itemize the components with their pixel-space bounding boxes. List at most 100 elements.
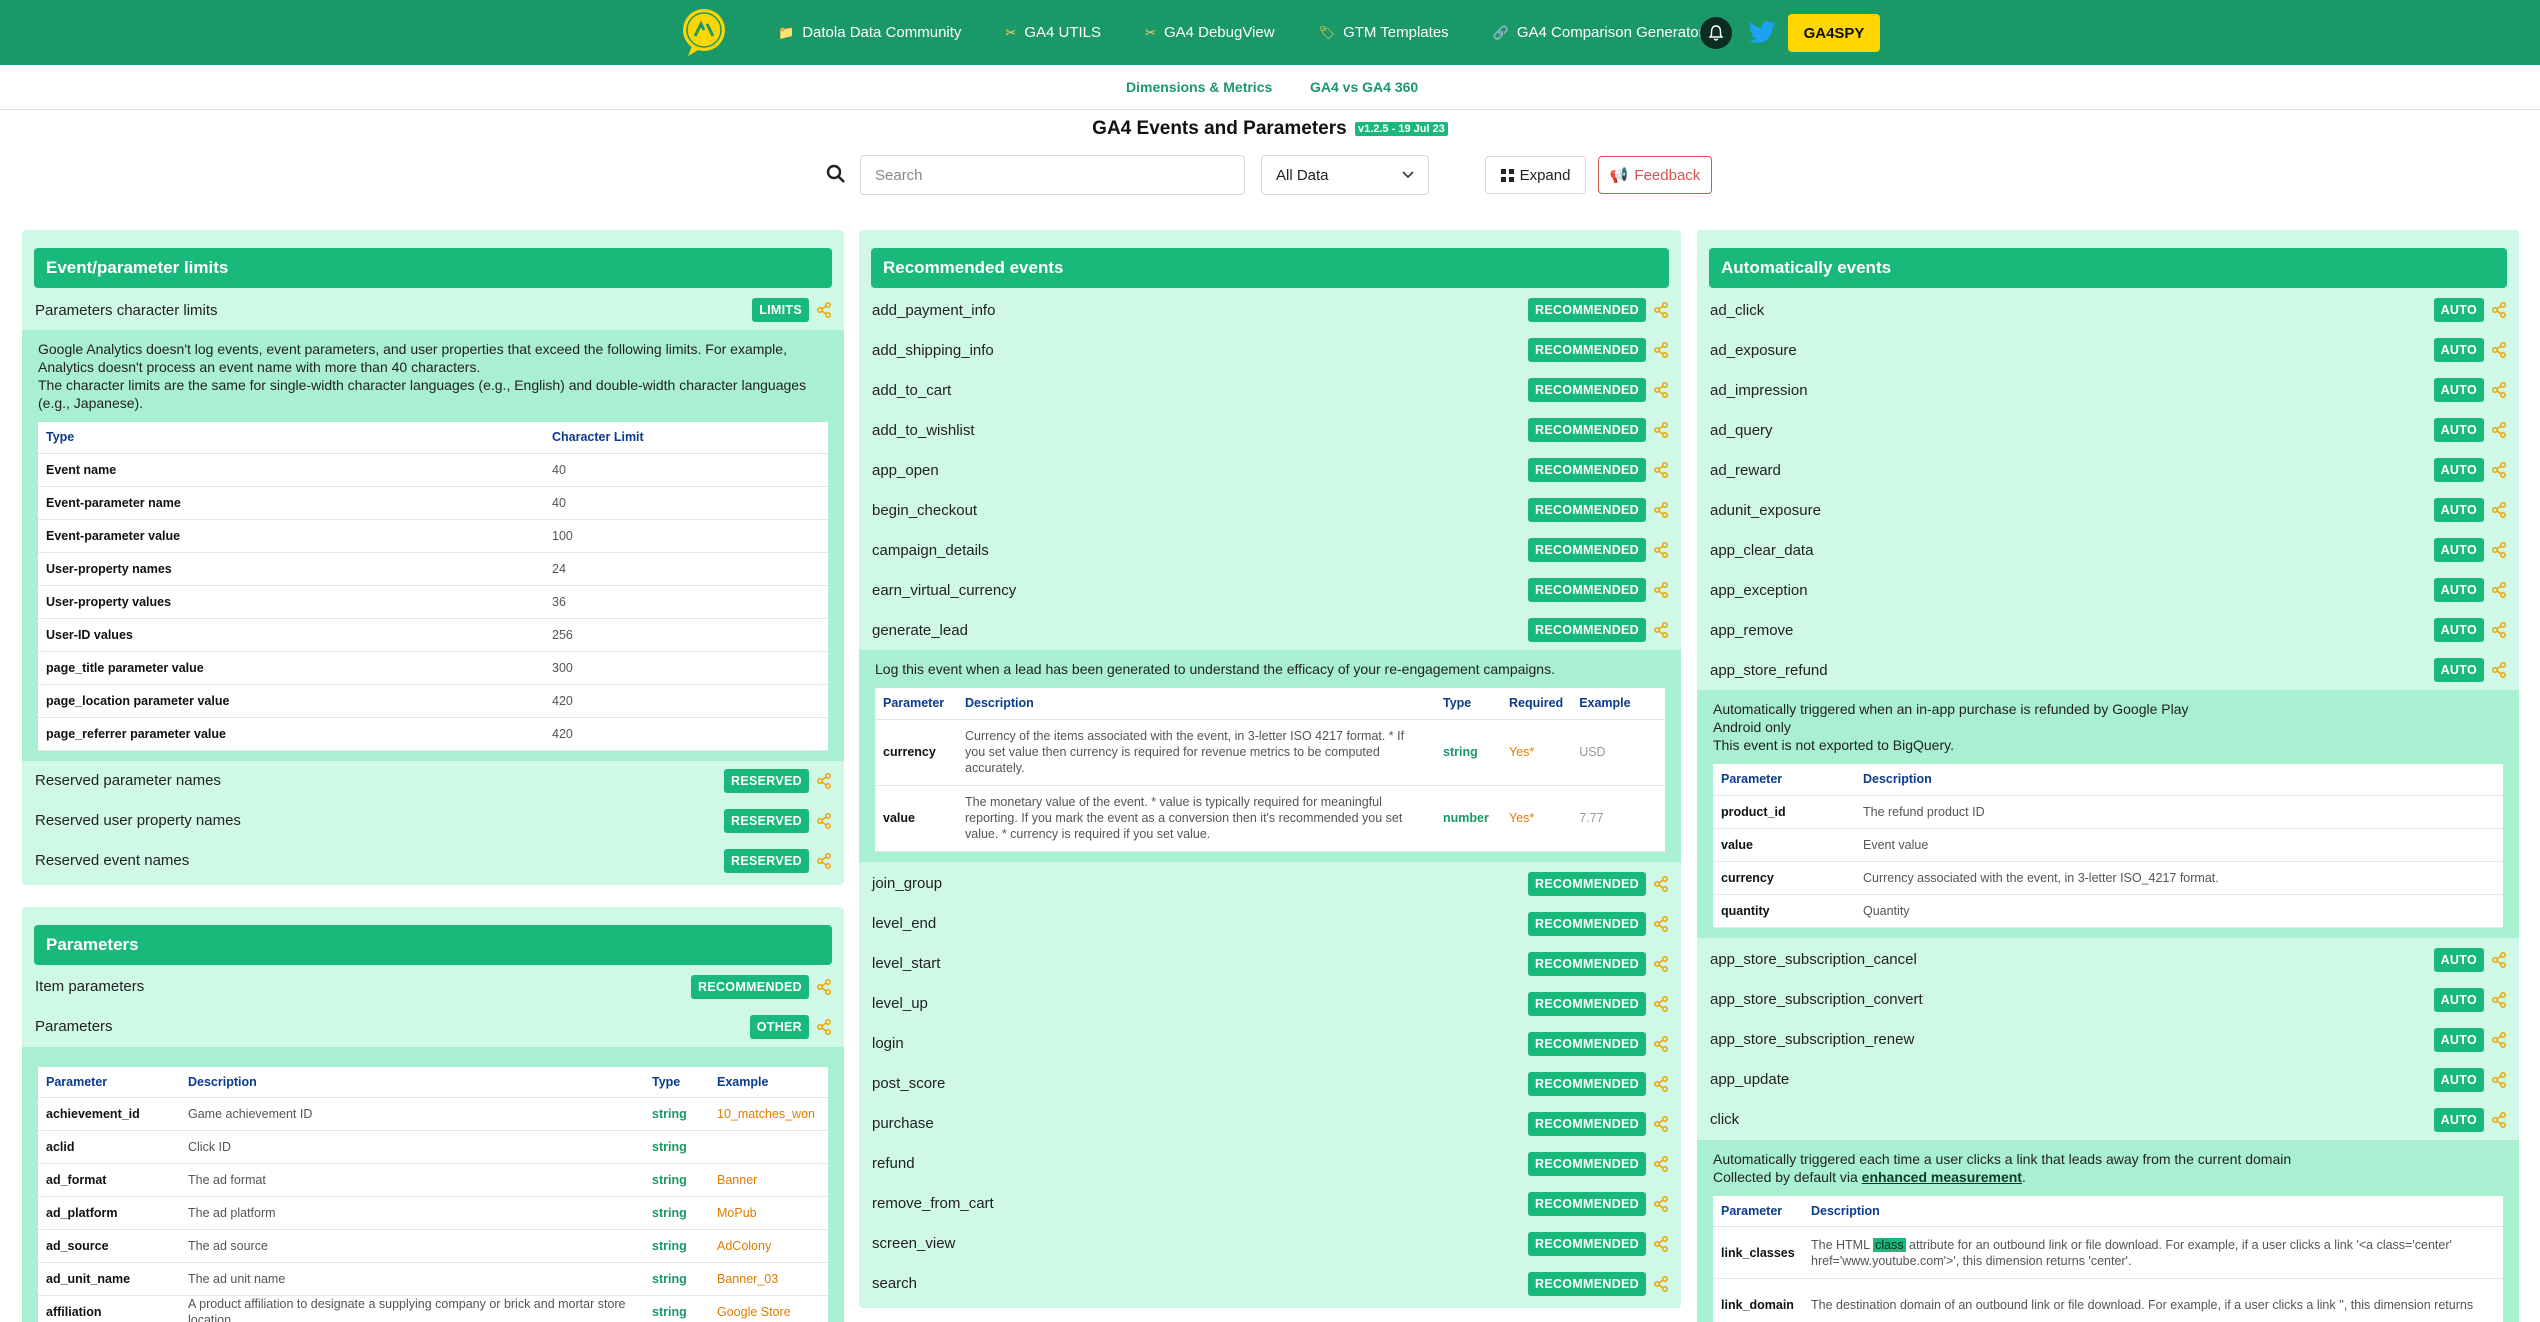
event-row[interactable]: screen_view RECOMMENDED <box>871 1224 1669 1264</box>
datola-logo[interactable] <box>680 6 728 58</box>
share-icon[interactable] <box>2491 342 2507 358</box>
share-icon[interactable] <box>2491 991 2507 1008</box>
event-row[interactable]: app_exception AUTO <box>1709 570 2507 610</box>
nav-link-1[interactable]: ✂ GA4 UTILS <box>1005 24 1101 41</box>
share-icon[interactable] <box>2491 502 2507 518</box>
share-icon[interactable] <box>1653 302 1669 318</box>
share-icon[interactable] <box>1653 1075 1669 1092</box>
event-row[interactable]: refund RECOMMENDED <box>871 1144 1669 1184</box>
expand-button[interactable]: Expand <box>1485 156 1586 194</box>
data-filter-select[interactable]: All Data <box>1261 155 1429 195</box>
share-icon[interactable] <box>1653 1035 1669 1052</box>
share-icon[interactable] <box>816 772 832 789</box>
share-icon[interactable] <box>816 302 832 318</box>
share-icon[interactable] <box>2491 1111 2507 1128</box>
event-row[interactable]: remove_from_cart RECOMMENDED <box>871 1184 1669 1224</box>
feedback-button[interactable]: 📢 Feedback <box>1598 156 1712 194</box>
share-icon[interactable] <box>1653 1155 1669 1172</box>
limits-row[interactable]: Parameters character limits LIMITS <box>34 290 832 330</box>
share-icon[interactable] <box>2491 542 2507 558</box>
event-row[interactable]: add_to_wishlist RECOMMENDED <box>871 410 1669 450</box>
event-row[interactable]: app_store_subscription_cancel AUTO <box>1709 940 2507 980</box>
event-row[interactable]: begin_checkout RECOMMENDED <box>871 490 1669 530</box>
event-row[interactable]: join_group RECOMMENDED <box>871 864 1669 904</box>
share-icon[interactable] <box>816 1018 832 1035</box>
share-icon[interactable] <box>2491 302 2507 318</box>
share-icon[interactable] <box>816 978 832 995</box>
event-row[interactable]: app_store_refund AUTO <box>1709 650 2507 690</box>
share-icon[interactable] <box>2491 582 2507 598</box>
event-row[interactable]: ad_reward AUTO <box>1709 450 2507 490</box>
share-icon[interactable] <box>2491 951 2507 968</box>
share-icon[interactable] <box>1653 342 1669 358</box>
event-row[interactable]: app_remove AUTO <box>1709 610 2507 650</box>
reserved-row[interactable]: Reserved parameter names RESERVED <box>34 761 832 801</box>
event-row[interactable]: earn_virtual_currency RECOMMENDED <box>871 570 1669 610</box>
enhanced-measurement-link[interactable]: enhanced measurement <box>1862 1169 2022 1185</box>
nav-link-4[interactable]: 🔗 GA4 Comparison Generator <box>1493 24 1704 41</box>
share-icon[interactable] <box>1653 915 1669 932</box>
event-row[interactable]: ad_query AUTO <box>1709 410 2507 450</box>
event-row[interactable]: purchase RECOMMENDED <box>871 1104 1669 1144</box>
share-icon[interactable] <box>1653 462 1669 478</box>
share-icon[interactable] <box>2491 1031 2507 1048</box>
share-icon[interactable] <box>1653 382 1669 398</box>
share-icon[interactable] <box>2491 462 2507 478</box>
event-row[interactable]: level_end RECOMMENDED <box>871 904 1669 944</box>
event-row[interactable]: click AUTO <box>1709 1100 2507 1140</box>
share-icon[interactable] <box>1653 955 1669 972</box>
share-icon[interactable] <box>1653 502 1669 518</box>
event-row[interactable]: ad_click AUTO <box>1709 290 2507 330</box>
event-row[interactable]: generate_lead RECOMMENDED <box>871 610 1669 650</box>
event-row[interactable]: search RECOMMENDED <box>871 1264 1669 1304</box>
notifications-bell-icon[interactable] <box>1700 17 1732 49</box>
share-icon[interactable] <box>1653 582 1669 598</box>
event-row[interactable]: add_shipping_info RECOMMENDED <box>871 330 1669 370</box>
reserved-row[interactable]: Reserved user property names RESERVED <box>34 801 832 841</box>
event-row[interactable]: adunit_exposure AUTO <box>1709 490 2507 530</box>
ga4-vs-ga4-360-link[interactable]: GA4 vs GA4 360 <box>1310 79 1418 95</box>
event-row-label: app_remove <box>1710 621 1794 639</box>
event-row-badge: RECOMMENDED <box>1528 618 1646 642</box>
search-input[interactable] <box>860 155 1245 195</box>
parameter-group-row[interactable]: Item parameters RECOMMENDED <box>34 967 832 1007</box>
event-row[interactable]: app_store_subscription_renew AUTO <box>1709 1020 2507 1060</box>
share-icon[interactable] <box>816 852 832 869</box>
share-icon[interactable] <box>1653 422 1669 438</box>
event-row[interactable]: app_clear_data AUTO <box>1709 530 2507 570</box>
parameter-group-row[interactable]: Parameters OTHER <box>34 1007 832 1047</box>
event-row[interactable]: add_payment_info RECOMMENDED <box>871 290 1669 330</box>
event-row[interactable]: level_start RECOMMENDED <box>871 944 1669 984</box>
nav-link-0[interactable]: 📁 Datola Data Community <box>778 24 961 41</box>
share-icon[interactable] <box>1653 1115 1669 1132</box>
twitter-icon[interactable] <box>1745 16 1779 48</box>
event-row[interactable]: add_to_cart RECOMMENDED <box>871 370 1669 410</box>
event-row[interactable]: login RECOMMENDED <box>871 1024 1669 1064</box>
event-row[interactable]: level_up RECOMMENDED <box>871 984 1669 1024</box>
share-icon[interactable] <box>1653 1235 1669 1252</box>
ga4spy-button[interactable]: GA4SPY <box>1788 14 1880 52</box>
reserved-row[interactable]: Reserved event names RESERVED <box>34 841 832 881</box>
share-icon[interactable] <box>2491 622 2507 638</box>
share-icon[interactable] <box>2491 422 2507 438</box>
share-icon[interactable] <box>1653 875 1669 892</box>
event-row[interactable]: app_store_subscription_convert AUTO <box>1709 980 2507 1020</box>
dimensions-metrics-link[interactable]: Dimensions & Metrics <box>1126 79 1272 95</box>
share-icon[interactable] <box>816 812 832 829</box>
share-icon[interactable] <box>1653 1275 1669 1292</box>
event-row[interactable]: campaign_details RECOMMENDED <box>871 530 1669 570</box>
share-icon[interactable] <box>1653 1195 1669 1212</box>
share-icon[interactable] <box>2491 662 2507 678</box>
event-row[interactable]: ad_impression AUTO <box>1709 370 2507 410</box>
nav-link-2[interactable]: ✂ GA4 DebugView <box>1145 24 1275 41</box>
share-icon[interactable] <box>1653 542 1669 558</box>
share-icon[interactable] <box>2491 382 2507 398</box>
nav-link-3[interactable]: 🏷 GTM Templates <box>1319 24 1449 41</box>
event-row[interactable]: post_score RECOMMENDED <box>871 1064 1669 1104</box>
event-row[interactable]: app_update AUTO <box>1709 1060 2507 1100</box>
event-row[interactable]: ad_exposure AUTO <box>1709 330 2507 370</box>
event-row[interactable]: app_open RECOMMENDED <box>871 450 1669 490</box>
share-icon[interactable] <box>1653 622 1669 638</box>
share-icon[interactable] <box>2491 1071 2507 1088</box>
share-icon[interactable] <box>1653 995 1669 1012</box>
